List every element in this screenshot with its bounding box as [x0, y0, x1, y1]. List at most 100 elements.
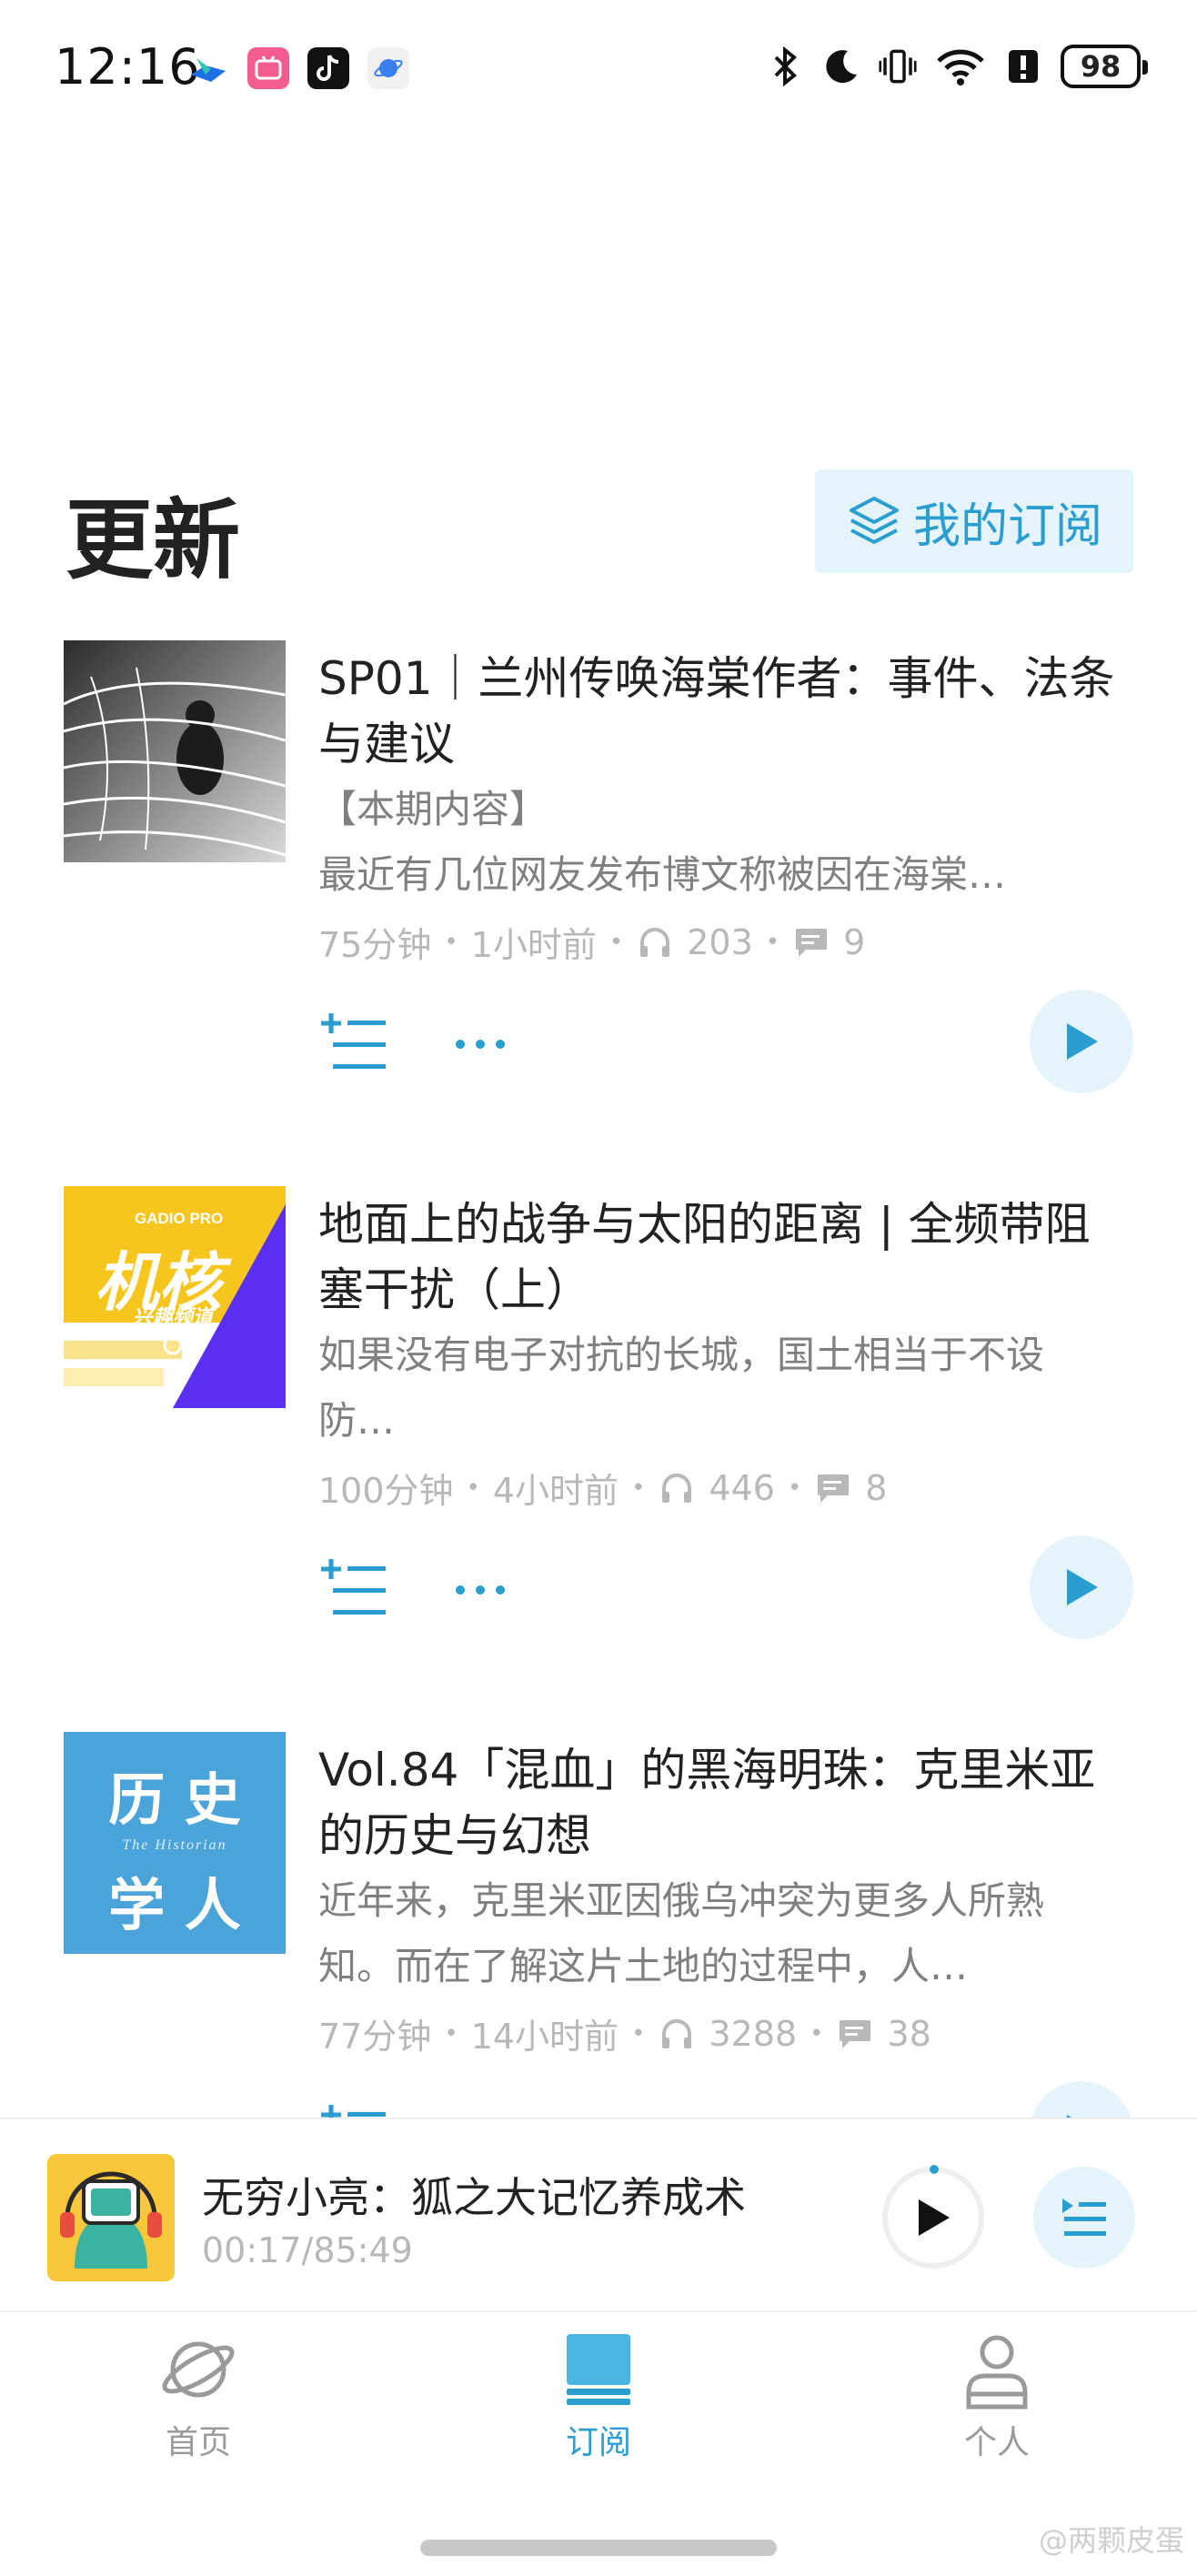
add-to-playlist-button[interactable] [318, 1554, 391, 1626]
bluetooth-icon [766, 44, 804, 89]
episode-meta: 77分钟 • 14小时前 • 3288 • 38 [318, 2008, 931, 2058]
meta-separator: • [765, 928, 780, 956]
notification-icons [187, 47, 409, 89]
episode-actions [318, 2081, 1137, 2118]
meta-separator: • [444, 928, 458, 956]
my-subscriptions-label: 我的订阅 [912, 498, 1102, 554]
status-time: 12:16 [55, 38, 201, 96]
lark-icon [187, 47, 229, 89]
cover-channel: 兴趣频道 [133, 1306, 214, 1329]
subscription-icon [558, 2329, 639, 2410]
episode-published: 4小时前 [492, 1471, 619, 1511]
headphones-icon [658, 1469, 696, 1507]
bilibili-icon [247, 47, 289, 89]
meta-separator: • [787, 1474, 802, 1502]
add-to-playlist-button[interactable] [318, 2099, 391, 2118]
episode-card[interactable]: GADIO PRO 机核 兴趣频道 地面上的战争与太阳的距离 | 全频带阻塞干扰… [0, 1186, 1197, 1696]
progress-dot [930, 2165, 939, 2174]
episode-card[interactable]: SP01｜兰州传唤海棠作者：事件、法条与建议 【本期内容】 最近有几位网友发布博… [0, 640, 1197, 1150]
add-to-playlist-button[interactable] [318, 1008, 391, 1081]
comment-icon [836, 2015, 874, 2053]
layers-icon [849, 497, 899, 544]
alert-icon [1004, 44, 1042, 89]
episode-title[interactable]: Vol.84「混血」的黑海明珠：克里米亚的历史与幻想 [318, 1737, 1119, 1868]
tab-profile[interactable]: 个人 [906, 2329, 1088, 2474]
planet-icon [157, 2329, 239, 2410]
add-to-list-icon [321, 1559, 386, 1615]
now-playing-cover[interactable] [47, 2154, 175, 2281]
episode-actions [318, 1535, 1137, 1645]
tab-label: 首页 [165, 2424, 231, 2461]
meta-separator: • [631, 2019, 646, 2048]
playlist-button[interactable] [1033, 2167, 1135, 2269]
episode-description: 如果没有电子对抗的长城，国土相当于不设防… [318, 1333, 1045, 1443]
headphones-icon [636, 923, 674, 961]
cover-subtitle: The Historian [122, 1837, 227, 1853]
system-icons: 98 [766, 44, 1148, 89]
more-options-button[interactable] [444, 1008, 517, 1081]
episode-published: 1小时前 [470, 925, 597, 965]
playlist-icon [1062, 2199, 1106, 2236]
add-to-list-icon [321, 1013, 386, 1069]
episode-title[interactable]: SP01｜兰州传唤海棠作者：事件、法条与建议 [318, 646, 1119, 777]
mini-player[interactable]: 无穷小亮：狐之大记忆养成术 00:17/85:49 [0, 2118, 1197, 2309]
tab-home[interactable]: 首页 [107, 2329, 289, 2474]
episode-published: 14小时前 [470, 2017, 619, 2057]
episode-duration: 77分钟 [318, 2017, 432, 2057]
meta-separator: • [444, 2019, 458, 2048]
play-button[interactable] [1030, 2081, 1133, 2118]
add-to-list-icon [321, 2105, 386, 2118]
cover-bottom-text: 学 人 [108, 1872, 241, 1938]
wifi-icon [935, 44, 986, 89]
cover-top-text: 历 史 [108, 1766, 241, 1833]
play-icon [919, 2199, 950, 2236]
play-button[interactable] [1030, 1535, 1133, 1639]
person-icon [956, 2329, 1038, 2410]
episode-cover[interactable] [64, 640, 286, 862]
episode-duration: 75分钟 [318, 925, 432, 965]
page-title: 更新 [65, 489, 240, 591]
episode-meta: 100分钟 • 4小时前 • 446 • 8 [318, 1463, 887, 1513]
battery-indicator: 98 [1061, 45, 1148, 88]
moon-icon [822, 44, 860, 89]
browser-icon [367, 47, 409, 89]
play-button[interactable] [1030, 990, 1133, 1093]
now-playing-time: 00:17/85:49 [202, 2230, 413, 2270]
episode-duration: 100分钟 [318, 1471, 454, 1511]
home-indicator[interactable] [420, 2540, 777, 2556]
screen: 12:16 98 更新 我的订阅 SP01｜兰州传唤海棠作者：事件、法条与建议 … [0, 0, 1197, 2576]
episode-cover[interactable]: GADIO PRO 机核 兴趣频道 [64, 1186, 286, 1408]
mini-player-play-button[interactable] [882, 2165, 984, 2269]
now-playing-title[interactable]: 无穷小亮：狐之大记忆养成术 [202, 2165, 746, 2225]
meta-separator: • [609, 928, 624, 956]
episode-meta: 75分钟 • 1小时前 • 203 • 9 [318, 917, 865, 967]
tab-label: 个人 [963, 2424, 1030, 2461]
vibrate-icon [879, 44, 917, 89]
more-dots-icon [456, 1040, 505, 1049]
meta-separator: • [810, 2019, 824, 2048]
meta-separator: • [466, 1474, 480, 1502]
play-icon [1067, 1569, 1098, 1605]
bottom-tab-bar: 首页 订阅 个人 @两颗皮蛋 [0, 2310, 1197, 2576]
more-options-button[interactable] [444, 1554, 517, 1626]
comment-icon [814, 1469, 852, 1507]
episode-plays: 446 [709, 1467, 775, 1508]
my-subscriptions-button[interactable]: 我的订阅 [815, 469, 1133, 573]
status-bar: 12:16 98 [0, 0, 1197, 136]
episode-title[interactable]: 地面上的战争与太阳的距离 | 全频带阻塞干扰（上） [318, 1192, 1119, 1323]
episode-card[interactable]: 历 史 The Historian 学 人 Vol.84「混血」的黑海明珠：克里… [0, 1732, 1197, 2118]
play-icon [1067, 2115, 1072, 2118]
episode-comments: 38 [887, 2013, 931, 2054]
more-dots-icon [456, 1585, 505, 1595]
episode-description: 【本期内容】 最近有几位网友发布博文称被因在海棠… [318, 787, 1007, 897]
tab-label: 订阅 [565, 2424, 631, 2461]
episode-comments: 9 [843, 921, 866, 962]
episode-plays: 203 [687, 921, 753, 962]
tiktok-icon [307, 47, 349, 89]
cover-brand: GADIO PRO [135, 1210, 224, 1227]
meta-separator: • [631, 1474, 646, 1502]
episode-cover[interactable]: 历 史 The Historian 学 人 [64, 1732, 286, 1954]
tab-subscriptions[interactable]: 订阅 [508, 2329, 689, 2474]
episode-actions [318, 990, 1137, 1099]
episode-plays: 3288 [709, 2013, 798, 2054]
